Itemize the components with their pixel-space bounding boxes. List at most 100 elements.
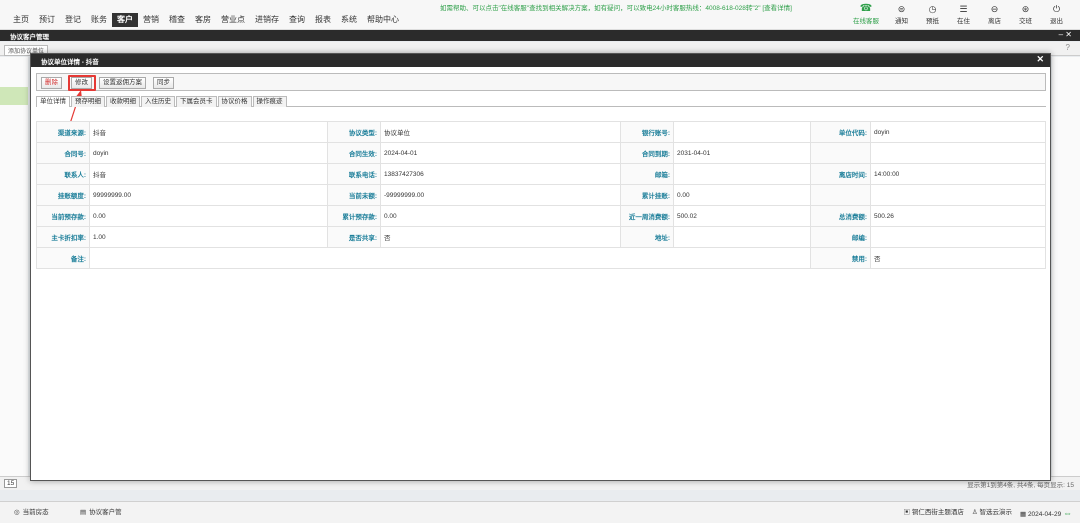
phone-value: 13837427306 — [380, 163, 621, 185]
nav-home[interactable]: 主页 — [8, 13, 34, 27]
field-label: 地址: — [620, 226, 674, 248]
hotel-icon: ▣ — [903, 509, 911, 516]
field-label: 累计预存款: — [327, 205, 381, 227]
nav-accounts[interactable]: 账务 — [86, 13, 112, 27]
nav-booking[interactable]: 预订 — [34, 13, 60, 27]
tab-agreement-price[interactable]: 协议价格 — [217, 96, 252, 107]
field-label: 联系电话: — [327, 163, 381, 185]
switch-icon[interactable]: ⇔ — [1063, 508, 1072, 518]
online-service-button[interactable]: ☎ 在线客服 — [846, 3, 886, 25]
user-icon: ♙ — [971, 509, 978, 516]
total-credit-value: 0.00 — [673, 184, 811, 206]
hotel-name: ▣ 铜仁西街主题酒店 — [903, 509, 964, 516]
nav-outlets[interactable]: 营业点 — [216, 13, 250, 27]
table-row: 联系人: 抖音 联系电话: 13837427306 邮箱: 离店时间: 14:0… — [36, 163, 1046, 185]
exit-icon: ⊖ — [990, 4, 999, 14]
unit-detail-dialog: 协议单位详情 - 抖音 ✕ 删除 修改 设置返佣方案 同步 单位详情 预存明细 … — [30, 53, 1051, 481]
current-deposit-value: 0.00 — [89, 205, 328, 227]
total-spend-value: 500.26 — [870, 205, 1046, 227]
tab-payment-detail[interactable]: 收款明细 — [106, 96, 140, 107]
dialog-toolbar: 删除 修改 设置返佣方案 同步 — [36, 73, 1046, 91]
field-label: 离店时间: — [810, 163, 871, 185]
nav-inventory[interactable]: 进销存 — [250, 13, 284, 27]
tab-member-cards[interactable]: 下属会员卡 — [176, 96, 217, 107]
document-icon: ▤ — [80, 509, 87, 516]
status-info: ▣ 铜仁西街主题酒店 ♙ 智选云演示 ▦ 2024-04-29 ⇔ — [904, 506, 1072, 522]
nav-system[interactable]: 系统 — [336, 13, 362, 27]
nav-checkin[interactable]: 登记 — [60, 13, 86, 27]
contract-end-value: 2031-04-01 — [673, 142, 811, 164]
close-icon[interactable]: ✕ — [1036, 54, 1044, 65]
page-size-select[interactable]: 15 — [4, 479, 18, 488]
top-bar: 如需帮助、可以点击"在线客服"查找到相关解决方案，如有疑问，可以致电24小时客服… — [0, 0, 1080, 30]
nav-marketing[interactable]: 营销 — [138, 13, 164, 27]
field-label: 邮箱: — [620, 163, 674, 185]
bed-icon: ☰ — [959, 4, 968, 14]
headset-icon: ☎ — [859, 3, 873, 14]
dialog-tabs: 单位详情 预存明细 收款明细 入住历史 下属会员卡 协议价格 操作痕迹 — [36, 96, 1046, 107]
field-label: 合同到期: — [620, 142, 674, 164]
tab-unit-detail[interactable]: 单位详情 — [36, 96, 70, 107]
field-label: 协议类型: — [327, 121, 381, 143]
shared-value: 否 — [380, 226, 621, 248]
help-icon[interactable]: ? — [1066, 43, 1070, 52]
field-label: 合同号: — [36, 142, 90, 164]
selected-row-highlight — [0, 87, 28, 105]
handover-button[interactable]: ⊛ 交班 — [1010, 3, 1041, 25]
clock-icon: ◷ — [928, 4, 937, 14]
table-row: 合同号: doyin 合同生效: 2024-04-01 合同到期: 2031-0… — [36, 142, 1046, 164]
contract-no-value: doyin — [89, 142, 328, 164]
list-left-edge — [0, 57, 28, 477]
window-title: 协议客户管理 — [10, 34, 49, 41]
bank-account-value — [673, 121, 811, 143]
nav-rooms[interactable]: 客房 — [190, 13, 216, 27]
nav-customer[interactable]: 客户 — [112, 13, 138, 27]
tab-deposit-detail[interactable]: 预存明细 — [71, 96, 105, 107]
power-icon: ⏻ — [1052, 4, 1061, 14]
window-controls[interactable]: ‒ ✕ — [1059, 30, 1072, 39]
tab-operation-log[interactable]: 操作痕迹 — [252, 96, 287, 107]
list-right-edge — [1052, 57, 1080, 477]
contact-value: 抖音 — [89, 163, 328, 185]
nav-query[interactable]: 查询 — [284, 13, 310, 27]
credit-limit-value: 99999999.00 — [89, 184, 328, 206]
bell-icon: ⊜ — [897, 4, 906, 14]
checkout-time-value: 14:00:00 — [870, 163, 1046, 185]
contract-start-value: 2024-04-01 — [380, 142, 621, 164]
tab-stay-history[interactable]: 入住历史 — [141, 96, 175, 107]
total-deposit-value: 0.00 — [380, 205, 621, 227]
table-row: 主卡折扣率: 1.00 是否共享: 否 地址: 邮编: — [36, 226, 1046, 248]
nav-help[interactable]: 帮助中心 — [362, 13, 404, 27]
departure-button[interactable]: ⊖ 离店 — [979, 3, 1010, 25]
postcode-value — [870, 226, 1046, 248]
inhouse-button[interactable]: ☰ 在住 — [948, 3, 979, 25]
quick-tools: ☎ 在线客服 ⊜ 通知 ◷ 预抵 ☰ 在住 ⊖ 离店 ⊛ 交班 ⏻ 退出 — [846, 3, 1072, 25]
calendar-icon: ▦ — [1019, 511, 1027, 518]
room-status-icon: ◎ — [14, 509, 20, 516]
dialog-header: 协议单位详情 - 抖音 ✕ — [31, 54, 1050, 67]
email-value — [673, 163, 811, 185]
field-label: 近一周消费额: — [620, 205, 674, 227]
nav-reports[interactable]: 报表 — [310, 13, 336, 27]
room-status-tab[interactable]: ◎ 当前房态 — [14, 506, 49, 520]
window-title-bar: 协议客户管理 ‒ ✕ — [0, 30, 1080, 41]
notice-button[interactable]: ⊜ 通知 — [886, 3, 917, 25]
main-nav: 主页 预订 登记 账务 客户 营销 稽查 客房 营业点 进销存 查询 报表 系统… — [8, 13, 404, 27]
field-label: 备注: — [36, 247, 90, 269]
unit-detail-table: 渠道来源: 抖音 协议类型: 协议单位 银行账号: 单位代码: doyin 合同… — [36, 121, 1046, 269]
field-label: 邮编: — [810, 226, 871, 248]
table-row: 挂账额度: 99999999.00 当前未额: -99999999.00 累计挂… — [36, 184, 1046, 206]
help-notice[interactable]: 如需帮助、可以点击"在线客服"查找到相关解决方案，如有疑问，可以致电24小时客服… — [440, 2, 792, 12]
sync-button[interactable]: 同步 — [153, 77, 174, 89]
arrivals-button[interactable]: ◷ 预抵 — [917, 3, 948, 25]
field-label: 渠道来源: — [36, 121, 90, 143]
logout-button[interactable]: ⏻ 退出 — [1041, 3, 1072, 25]
field-label: 挂账额度: — [36, 184, 90, 206]
week-spend-value: 500.02 — [673, 205, 811, 227]
agreement-customer-tab[interactable]: ▤ 协议客户管 — [80, 506, 122, 520]
nav-audit[interactable]: 稽查 — [164, 13, 190, 27]
field-label: 主卡折扣率: — [36, 226, 90, 248]
field-label: 合同生效: — [327, 142, 381, 164]
user-name: ♙ 智选云演示 — [971, 509, 1012, 516]
field-label: 单位代码: — [810, 121, 871, 143]
